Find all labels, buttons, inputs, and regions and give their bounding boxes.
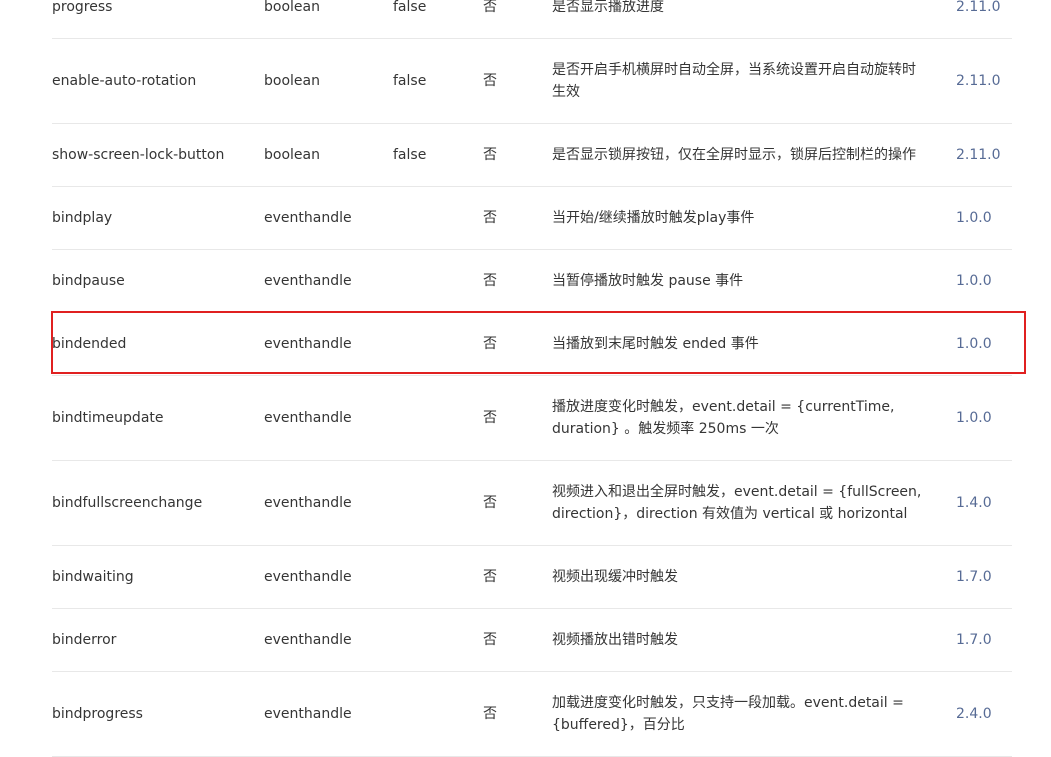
attr-name: bindended [52,336,127,352]
attr-type: boolean [264,73,320,89]
attr-description: 当播放到末尾时触发 ended 事件 [552,336,759,352]
attr-default [393,546,473,608]
attr-default [393,672,473,756]
attr-type: eventhandle [264,495,352,511]
table-row: enable-auto-rotation boolean false 否 是否开… [52,39,1012,124]
attr-required: 否 [483,706,497,722]
attr-description: 播放进度变化时触发，event.detail = {currentTime, d… [552,399,895,437]
attr-type: eventhandle [264,569,352,585]
attr-name: bindtimeupdate [52,410,164,426]
attr-type: eventhandle [264,706,352,722]
attr-required: 否 [483,147,497,163]
attr-required: 否 [483,632,497,648]
attr-description: 视频进入和退出全屏时触发，event.detail = {fullScreen,… [552,484,922,522]
table-row: bindprogress eventhandle 否 加载进度变化时触发，只支持… [52,672,1012,757]
attr-version-link[interactable]: 2.11.0 [956,0,1012,38]
attr-version-link[interactable]: 2.4.0 [956,672,1012,756]
attr-type: eventhandle [264,273,352,289]
table-row: progress boolean false 否 是否显示播放进度 2.11.0 [52,0,1012,39]
attr-default: false [393,73,427,89]
attr-version-link[interactable]: 1.7.0 [956,609,1012,671]
table-row: bindfullscreenchange eventhandle 否 视频进入和… [52,461,1012,546]
table-row-highlighted: bindended eventhandle 否 当播放到末尾时触发 ended … [52,313,1012,376]
attr-description: 视频出现缓冲时触发 [552,569,678,585]
attr-name: binderror [52,632,117,648]
attr-name: bindplay [52,210,113,226]
attr-default [393,376,473,460]
attr-description: 是否显示播放进度 [552,0,664,15]
attr-type: eventhandle [264,410,352,426]
attr-version-link[interactable]: 1.7.0 [956,546,1012,608]
attr-default: false [393,0,427,15]
attr-version-link[interactable]: 1.0.0 [956,376,1012,460]
attr-version-link[interactable]: 1.0.0 [956,250,1012,312]
attr-required: 否 [483,495,497,511]
attr-required: 否 [483,210,497,226]
table-row: binderror eventhandle 否 视频播放出错时触发 1.7.0 [52,609,1012,672]
attr-name: bindfullscreenchange [52,495,203,511]
attr-type: eventhandle [264,210,352,226]
attr-default [393,461,473,545]
attr-required: 否 [483,0,497,15]
attr-name: bindpause [52,273,125,289]
attr-description: 视频播放出错时触发 [552,632,678,648]
table-row: bindplay eventhandle 否 当开始/继续播放时触发play事件… [52,187,1012,250]
attr-description: 是否开启手机横屏时自动全屏，当系统设置开启自动旋转时生效 [552,62,916,100]
attr-version-link[interactable]: 2.11.0 [956,39,1012,123]
attr-required: 否 [483,410,497,426]
attr-name: progress [52,0,113,15]
attr-description: 当开始/继续播放时触发play事件 [552,210,755,226]
attr-default [393,187,473,249]
attr-name: bindprogress [52,706,143,722]
attr-type: boolean [264,0,320,15]
attr-required: 否 [483,569,497,585]
attr-default [393,313,473,375]
attr-version-link[interactable]: 2.11.0 [956,124,1012,186]
attr-version-link[interactable]: 1.0.0 [956,313,1012,375]
attr-description: 是否显示锁屏按钮，仅在全屏时显示，锁屏后控制栏的操作 [552,147,916,163]
attributes-table: progress boolean false 否 是否显示播放进度 2.11.0… [52,0,1012,757]
table-row: bindtimeupdate eventhandle 否 播放进度变化时触发，e… [52,376,1012,461]
attr-default: false [393,147,427,163]
attr-name: bindwaiting [52,569,134,585]
table-row: bindpause eventhandle 否 当暂停播放时触发 pause 事… [52,250,1012,313]
attr-required: 否 [483,73,497,89]
attr-required: 否 [483,336,497,352]
attr-version-link[interactable]: 1.0.0 [956,187,1012,249]
attr-description: 加载进度变化时触发，只支持一段加载。event.detail = {buffer… [552,695,904,733]
attr-type: eventhandle [264,336,352,352]
attr-default [393,609,473,671]
table-row: show-screen-lock-button boolean false 否 … [52,124,1012,187]
attr-default [393,250,473,312]
attr-type: boolean [264,147,320,163]
attr-version-link[interactable]: 1.4.0 [956,461,1012,545]
attr-name: show-screen-lock-button [52,147,225,163]
table-row: bindwaiting eventhandle 否 视频出现缓冲时触发 1.7.… [52,546,1012,609]
attr-description: 当暂停播放时触发 pause 事件 [552,273,744,289]
attr-name: enable-auto-rotation [52,73,197,89]
attr-required: 否 [483,273,497,289]
attr-type: eventhandle [264,632,352,648]
